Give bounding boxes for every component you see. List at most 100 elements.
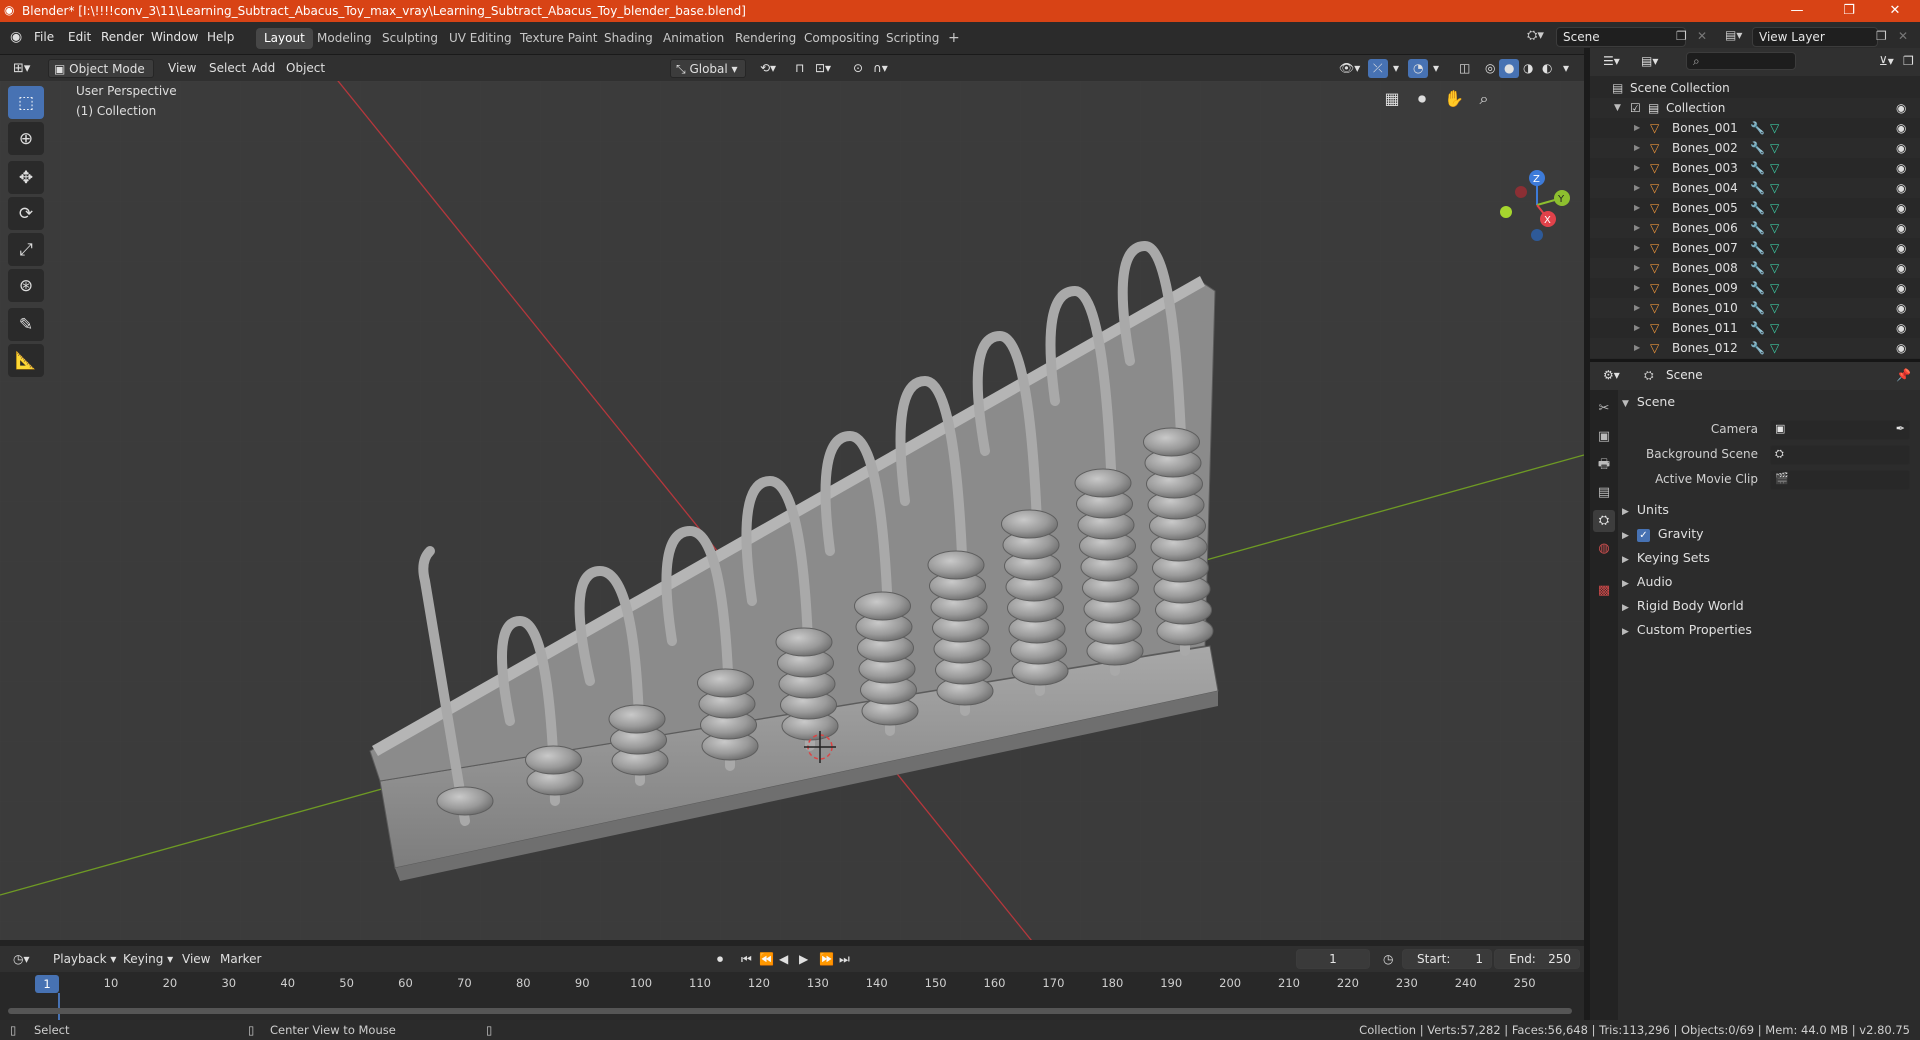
tab-uv-editing[interactable]: UV Editing (441, 28, 520, 49)
mesh-data-icon[interactable]: ▽ (1770, 218, 1779, 238)
pan-view-hand-icon[interactable]: ✋ (1440, 85, 1468, 113)
close-button[interactable]: ✕ (1872, 0, 1918, 22)
expand-arrow-icon[interactable]: ▶ (1634, 318, 1640, 338)
toggle-grid-view-icon[interactable]: ▦ (1378, 85, 1406, 113)
custom-properties-panel[interactable]: ▶ Custom Properties (1622, 618, 1916, 642)
mesh-data-icon[interactable]: ▽ (1770, 118, 1779, 138)
modifier-wrench-icon[interactable]: 🔧 (1750, 198, 1765, 218)
tab-texture-paint[interactable]: Texture Paint (512, 28, 605, 49)
expand-arrow-icon[interactable]: ▶ (1634, 338, 1640, 358)
falloff-icon[interactable]: ∩▾ (868, 59, 893, 78)
visibility-eye-icon[interactable]: ◉ (1896, 218, 1906, 238)
transform-orientation-selector[interactable]: ⤡ Global ▾ (670, 59, 746, 78)
tab-scripting[interactable]: Scripting (878, 28, 947, 49)
overlays-dropdown-icon[interactable]: ▾ (1428, 59, 1444, 78)
transform-tool[interactable]: ⊛ (8, 269, 44, 302)
mesh-data-icon[interactable]: ▽ (1770, 138, 1779, 158)
timeline-menu-marker[interactable]: Marker (215, 950, 266, 969)
camera-view-icon[interactable]: ⏺ (1408, 85, 1436, 113)
solid-shading-icon[interactable]: ● (1499, 59, 1520, 78)
delete-scene-icon[interactable]: ✕ (1697, 29, 1707, 43)
tab-compositing[interactable]: Compositing (796, 28, 887, 49)
expand-arrow-icon[interactable]: ▶ (1634, 258, 1640, 278)
record-button[interactable]: ⏺ (712, 950, 728, 969)
visibility-eye-icon[interactable]: ◉ (1896, 258, 1906, 278)
modifier-wrench-icon[interactable]: 🔧 (1750, 178, 1765, 198)
outliner-row-object[interactable]: ▶ ▽ Bones_010 🔧 ▽ ◉ (1590, 298, 1920, 318)
pin-icon[interactable]: 📌 (1896, 368, 1911, 382)
snap-target-icon[interactable]: ⊡▾ (810, 59, 836, 78)
visibility-eye-icon[interactable]: ◉ (1896, 278, 1906, 298)
visibility-eye-icon[interactable]: ◉ (1896, 318, 1906, 338)
outliner-row-scene-collection[interactable]: ▤ Scene Collection (1590, 78, 1920, 98)
outliner-row-object[interactable]: ▶ ▽ Bones_006 🔧 ▽ ◉ (1590, 218, 1920, 238)
keying-sets-panel[interactable]: ▶ Keying Sets (1622, 546, 1916, 570)
snap-icon[interactable]: ⊓ (790, 59, 809, 78)
render-tab-icon[interactable]: ▣ (1593, 426, 1615, 448)
filter-icon[interactable]: ⊻▾ (1874, 52, 1899, 71)
visibility-eye-icon[interactable]: ◉ (1896, 198, 1906, 218)
timeline[interactable]: 10 20 30 40 50 60 70 80 90 100 110 120 130 140 150 160 1… (0, 972, 1584, 1020)
outliner-row-object[interactable]: ▶ ▽ Bones_009 🔧 ▽ ◉ (1590, 278, 1920, 298)
menu-window[interactable]: Window (151, 30, 198, 44)
end-frame-field[interactable]: End: 250 (1494, 949, 1580, 969)
scale-tool[interactable]: ⤢ (8, 233, 44, 266)
visibility-eye-icon[interactable]: ◉ (1896, 138, 1906, 158)
outliner-display-mode-icon[interactable]: ▤▾ (1636, 52, 1663, 71)
new-view-layer-icon[interactable]: ❐ (1876, 29, 1887, 43)
expand-arrow-icon[interactable]: ▶ (1634, 198, 1640, 218)
mode-selector[interactable]: ▣ Object Mode ▾ (48, 59, 154, 95)
play-reverse-button[interactable]: ◀ (774, 950, 793, 969)
cursor-tool[interactable]: ⊕ (8, 122, 44, 155)
expand-arrow-icon[interactable]: ▶ (1634, 118, 1640, 138)
units-panel[interactable]: ▶ Units (1622, 498, 1916, 522)
visibility-selectability-icon[interactable]: 👁▾ (1334, 59, 1365, 78)
mesh-data-icon[interactable]: ▽ (1770, 318, 1779, 338)
expand-arrow-icon[interactable]: ▶ (1634, 138, 1640, 158)
timeline-editor-type-icon[interactable]: ◷▾ (8, 950, 35, 969)
tab-layout[interactable]: Layout (256, 28, 313, 49)
outliner-row-collection[interactable]: ▼ ☑ ▤ Collection ◉ (1590, 98, 1920, 118)
select-box-tool[interactable]: ⬚ (8, 86, 44, 119)
outliner-search-input[interactable]: ⌕ (1686, 52, 1796, 70)
viewport-menu-add[interactable]: Add (247, 59, 280, 78)
overlays-toggle-icon[interactable]: ◔ (1408, 59, 1429, 78)
outliner-editor-type-icon[interactable]: ☰▾ (1598, 52, 1625, 71)
gizmo-toggle-icon[interactable]: ⤫ (1368, 59, 1388, 78)
expand-arrow-icon[interactable]: ▶ (1634, 298, 1640, 318)
tab-rendering[interactable]: Rendering (727, 28, 804, 49)
texture-tab-icon[interactable]: ▩ (1593, 580, 1615, 602)
modifier-wrench-icon[interactable]: 🔧 (1750, 138, 1765, 158)
outliner-row-object[interactable]: ▶ ▽ Bones_005 🔧 ▽ ◉ (1590, 198, 1920, 218)
view-layer-browse-icon[interactable]: ▤▾ (1725, 28, 1742, 42)
modifier-wrench-icon[interactable]: 🔧 (1750, 278, 1765, 298)
visibility-eye-icon[interactable]: ◉ (1896, 118, 1906, 138)
start-frame-field[interactable]: Start: 1 (1402, 949, 1492, 969)
annotate-tool[interactable]: ✎ (8, 308, 44, 341)
measure-tool[interactable]: 📐 (8, 344, 44, 377)
modifier-wrench-icon[interactable]: 🔧 (1750, 118, 1765, 138)
viewport-menu-view[interactable]: View (163, 59, 201, 78)
shading-dropdown-icon[interactable]: ▾ (1558, 59, 1574, 78)
delete-view-layer-icon[interactable]: ✕ (1898, 29, 1908, 43)
modifier-wrench-icon[interactable]: 🔧 (1750, 218, 1765, 238)
menu-file[interactable]: File (34, 30, 54, 44)
scene-selector[interactable]: Scene (1556, 27, 1686, 47)
gizmo-dropdown-icon[interactable]: ▾ (1388, 59, 1404, 78)
camera-field[interactable]: ▣ ✒ (1770, 420, 1910, 440)
rigid-body-world-panel[interactable]: ▶ Rigid Body World (1622, 594, 1916, 618)
outliner-row-object[interactable]: ▶ ▽ Bones_012 🔧 ▽ ◉ (1590, 338, 1920, 358)
current-frame-field[interactable]: 1 (1296, 949, 1370, 969)
new-collection-icon[interactable]: ❐ (1898, 52, 1919, 71)
modifier-wrench-icon[interactable]: 🔧 (1750, 318, 1765, 338)
blender-menu-icon[interactable]: ◉ (10, 29, 22, 45)
mesh-data-icon[interactable]: ▽ (1770, 238, 1779, 258)
active-movie-clip-field[interactable]: 🎬 (1770, 470, 1910, 490)
outliner-row-object[interactable]: ▶ ▽ Bones_007 🔧 ▽ ◉ (1590, 238, 1920, 258)
wireframe-shading-icon[interactable]: ◎ (1480, 59, 1500, 78)
visibility-eye-icon[interactable]: ◉ (1896, 98, 1906, 118)
add-workspace-button[interactable]: + (940, 28, 968, 49)
scene-browse-icon[interactable]: ⛭▾ (1527, 28, 1544, 43)
tab-modeling[interactable]: Modeling (309, 28, 380, 49)
timeline-scrollbar[interactable] (8, 1008, 1572, 1014)
